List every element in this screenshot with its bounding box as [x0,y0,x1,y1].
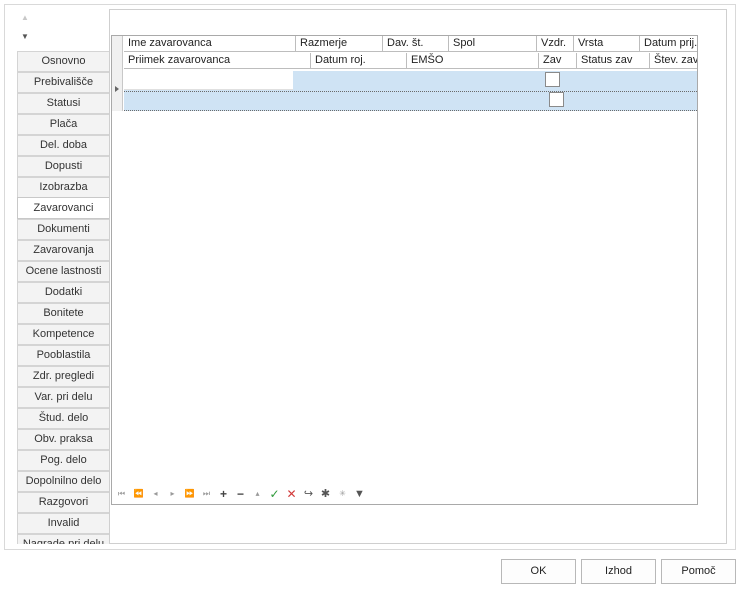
vzdr-checkbox[interactable] [545,72,560,87]
tab-dopolnilno-delo[interactable]: Dopolnilno delo [17,471,109,492]
tab-zdr-pregledi[interactable]: Zdr. pregledi [17,366,109,387]
tab-strip: ▲ ▼ Osnovno Prebivališče Statusi Plača D… [17,9,109,544]
col-header-datum-roj[interactable]: Datum roj. [311,53,407,69]
col-header-vzdr[interactable]: Vzdr. [537,36,574,52]
col-header-spol[interactable]: Spol [449,36,537,52]
refresh-icon[interactable]: ↪ [300,487,317,501]
scroll-up-icon[interactable]: ▲ [21,12,31,24]
row-indicator-column [112,36,123,111]
cancel-icon[interactable]: ✕ [283,487,300,501]
col-header-stev-zav[interactable]: Štev. zav [650,53,697,69]
prev-page-icon[interactable]: ⏪ [130,487,147,501]
tab-dodatki[interactable]: Dodatki [17,282,109,303]
tab-dokumenti[interactable]: Dokumenti [17,219,109,240]
col-header-vrsta[interactable]: Vrsta [574,36,640,52]
ime-zavarovanca-edit-cell[interactable] [124,71,293,90]
tab-bonitete[interactable]: Bonitete [17,303,109,324]
add-icon[interactable]: + [215,487,232,501]
tab-pog-delo[interactable]: Pog. delo [17,450,109,471]
tab-scroll-area: ▲ ▼ [17,9,109,51]
col-header-razmerje[interactable]: Razmerje [296,36,383,52]
col-header-status-zav[interactable]: Status zav [577,53,650,69]
col-header-datum-prij[interactable]: Datum prij. [640,36,697,52]
tab-obv-praksa[interactable]: Obv. praksa [17,429,109,450]
tab-kompetence[interactable]: Kompetence [17,324,109,345]
tab-osnovno[interactable]: Osnovno [17,51,109,72]
first-icon[interactable]: ⏮ [113,487,130,501]
tab-zavarovanci[interactable]: Zavarovanci [17,197,109,219]
tab-nagrade-pri-delu[interactable]: Nagrade pri delu [17,534,109,544]
prev-icon[interactable]: ◂ [147,487,164,501]
current-row-indicator-icon [115,86,119,92]
post-icon[interactable]: ✓ [266,487,283,501]
tab-prebivalisce[interactable]: Prebivališče [17,72,109,93]
col-header-emso[interactable]: EMŠO [407,53,539,69]
col-header-zav[interactable]: Zav [539,53,577,69]
next-page-icon[interactable]: ⏩ [181,487,198,501]
ok-button[interactable]: OK [501,559,576,584]
tab-var-pri-delu[interactable]: Var. pri delu [17,387,109,408]
scroll-down-icon[interactable]: ▼ [21,31,31,43]
help-button[interactable]: Pomoč [661,559,736,584]
tab-invalid[interactable]: Invalid [17,513,109,534]
tab-statusi[interactable]: Statusi [17,93,109,114]
tab-izobrazba[interactable]: Izobrazba [17,177,109,198]
zav-checkbox[interactable] [549,92,564,107]
tab-stud-delo[interactable]: Štud. delo [17,408,109,429]
exit-button[interactable]: Izhod [581,559,656,584]
tab-pooblastila[interactable]: Pooblastila [17,345,109,366]
next-icon[interactable]: ▸ [164,487,181,501]
tab-ocene-lastnosti[interactable]: Ocene lastnosti [17,261,109,282]
col-header-ime-zavarovanca[interactable]: Ime zavarovanca [124,36,296,52]
bookmark-icon[interactable]: ✱ [317,487,334,501]
tab-razgovori[interactable]: Razgovori [17,492,109,513]
table-row[interactable] [124,91,697,111]
insured-persons-grid[interactable]: Ime zavarovanca Razmerje Dav. št. Spol V… [111,35,698,505]
tab-placa[interactable]: Plača [17,114,109,135]
filter-icon[interactable]: ▼ [351,487,368,501]
tab-dopusti[interactable]: Dopusti [17,156,109,177]
tab-zavarovanja[interactable]: Zavarovanja [17,240,109,261]
delete-icon[interactable]: − [232,487,249,501]
edit-icon[interactable]: ▴ [249,487,266,501]
col-header-priimek-zavarovanca[interactable]: Priimek zavarovanca [124,53,311,69]
col-header-dav-st[interactable]: Dav. št. [383,36,449,52]
goto-bookmark-icon[interactable]: ✳ [334,487,351,501]
grid-navigator: ⏮ ⏪ ◂ ▸ ⏩ ⏭ + − ▴ ✓ ✕ ↪ ✱ ✳ ▼ [113,487,368,501]
tab-del-doba[interactable]: Del. doba [17,135,109,156]
last-icon[interactable]: ⏭ [198,487,215,501]
